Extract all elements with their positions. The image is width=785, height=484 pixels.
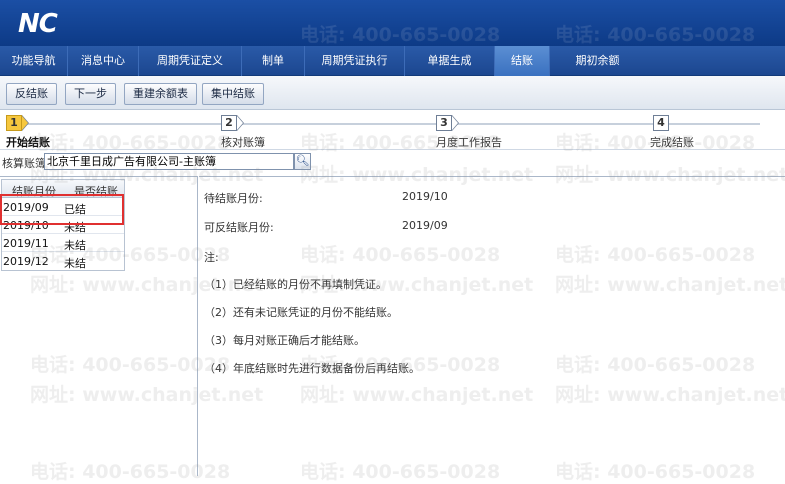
tab-document-gen[interactable]: 单据生成: [405, 46, 495, 76]
search-icon[interactable]: 🔍︎: [294, 153, 311, 170]
next-step-button[interactable]: 下一步: [65, 83, 116, 105]
note-item: （4）年底结账时先进行数据备份后再结账。: [204, 362, 420, 375]
step-3-number: 3: [436, 115, 452, 131]
tab-opening-balance[interactable]: 期初余额: [550, 46, 645, 76]
tab-function-nav[interactable]: 功能导航: [0, 46, 68, 76]
table-row[interactable]: 2019/12 未结: [2, 252, 124, 270]
step-2-number: 2: [221, 115, 237, 131]
tab-message-center[interactable]: 消息中心: [68, 46, 139, 76]
cell-status: 未结: [64, 239, 86, 252]
pending-month-value: 2019/10: [402, 190, 448, 203]
reversible-month-value: 2019/09: [402, 219, 448, 232]
step-4-label: 完成结账: [650, 136, 694, 149]
highlight-annotation: [0, 194, 124, 225]
nc-logo: NC: [18, 9, 58, 39]
account-book-row: 核算账簿 北京千里日成广告有限公司-主账簿 🔍︎: [0, 151, 785, 173]
note-item: （1）已经结账的月份不再填制凭证。: [204, 278, 387, 291]
step-1-arrow-fill: [22, 116, 28, 130]
unclose-button[interactable]: 反结账: [6, 83, 57, 105]
steps-track: [20, 123, 760, 125]
main-nav: 功能导航 消息中心 周期凭证定义 制单 周期凭证执行 单据生成 结账 期初余额: [0, 46, 785, 76]
step-3-label: 月度工作报告: [436, 136, 502, 149]
step-2-arrow-fill: [237, 116, 243, 130]
wizard-steps: 1 开始结账 2 核对账簿 3 月度工作报告 4 完成结账: [0, 110, 785, 150]
step-1-label: 开始结账: [6, 136, 50, 149]
tab-make-voucher[interactable]: 制单: [242, 46, 305, 76]
note-label: 注:: [204, 251, 219, 264]
step-4-number: 4: [653, 115, 669, 131]
batch-close-button[interactable]: 集中结账: [202, 83, 264, 105]
account-book-label: 核算账簿: [2, 157, 46, 170]
pending-month-label: 待结账月份:: [204, 192, 263, 205]
closing-month-grid: 结账月份 是否结账 2019/09 已结 2019/10 未结 2019/11 …: [1, 179, 125, 271]
tab-periodic-voucher-exec[interactable]: 周期凭证执行: [305, 46, 405, 76]
tab-periodic-voucher-def[interactable]: 周期凭证定义: [139, 46, 242, 76]
note-item: （3）每月对账正确后才能结账。: [204, 334, 365, 347]
step-3-arrow-fill: [452, 116, 458, 130]
step-1-number: 1: [6, 115, 22, 131]
toolbar: 反结账 下一步 重建余额表 集中结账: [0, 76, 785, 110]
cell-month: 2019/12: [3, 255, 49, 268]
note-item: （2）还有未记账凭证的月份不能结账。: [204, 306, 398, 319]
table-row[interactable]: 2019/11 未结: [2, 234, 124, 252]
reversible-month-label: 可反结账月份:: [204, 221, 274, 234]
cell-month: 2019/11: [3, 237, 49, 250]
step-2-label: 核对账簿: [221, 136, 265, 149]
tab-close-accounts[interactable]: 结账: [495, 46, 550, 76]
app-header: NC: [0, 0, 785, 46]
cell-status: 未结: [64, 257, 86, 270]
rebuild-balance-button[interactable]: 重建余额表: [124, 83, 197, 105]
account-book-field[interactable]: 北京千里日成广告有限公司-主账簿: [44, 153, 294, 170]
closing-info-panel: 待结账月份: 2019/10 可反结账月份: 2019/09 注: （1）已经结…: [199, 176, 785, 476]
